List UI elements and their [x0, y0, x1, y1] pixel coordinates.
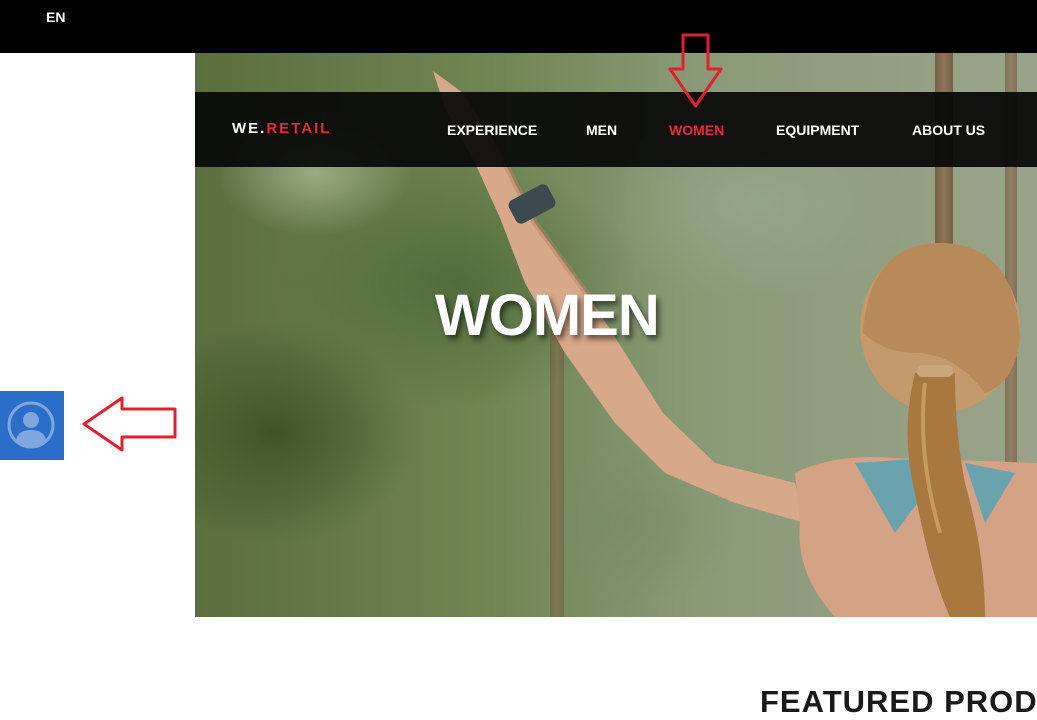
user-avatar-icon — [7, 401, 55, 449]
annotation-arrow-left-icon — [82, 396, 177, 452]
site-logo[interactable]: WE.RETAIL — [232, 120, 331, 137]
main-nav: WE.RETAIL EXPERIENCE MEN WOMEN EQUIPMENT… — [195, 92, 1037, 167]
nav-women[interactable]: WOMEN — [669, 122, 724, 138]
featured-products-heading: FEATURED PROD — [760, 684, 1037, 719]
user-panel-toggle[interactable] — [0, 391, 64, 460]
nav-men[interactable]: MEN — [586, 122, 617, 138]
language-selector[interactable]: EN — [46, 9, 65, 25]
nav-experience[interactable]: EXPERIENCE — [447, 122, 537, 138]
top-bar: EN — [0, 0, 1037, 53]
logo-prefix: WE. — [232, 120, 267, 137]
logo-suffix: RETAIL — [266, 120, 332, 137]
hero-title: WOMEN — [435, 283, 660, 348]
annotation-arrow-down-icon — [668, 33, 723, 108]
nav-equipment[interactable]: EQUIPMENT — [776, 122, 859, 138]
nav-about-us[interactable]: ABOUT US — [912, 122, 985, 138]
